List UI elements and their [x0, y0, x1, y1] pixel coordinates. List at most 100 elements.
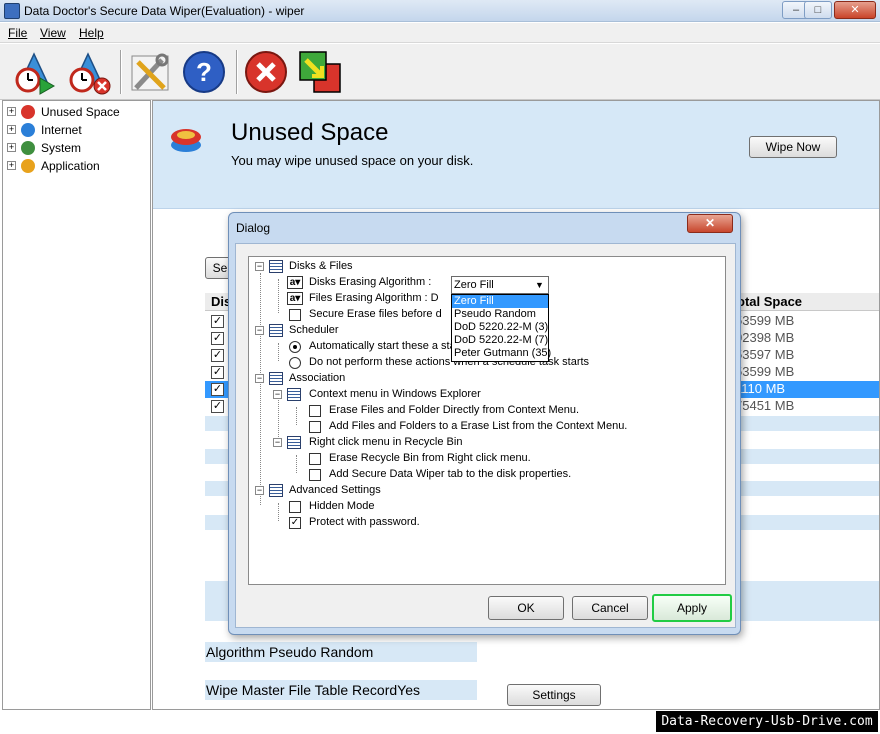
group-list-icon — [269, 324, 283, 337]
group-expander[interactable]: − — [255, 262, 264, 271]
cancel-button[interactable]: Cancel — [572, 596, 648, 620]
option-erase-files-context[interactable]: Erase Files and Folder Directly from Con… — [249, 403, 719, 419]
schedule-stop-icon[interactable] — [64, 48, 112, 96]
svg-text:?: ? — [196, 57, 212, 87]
row-checkbox[interactable]: ✓ — [211, 349, 224, 362]
option-checkbox[interactable] — [309, 421, 321, 433]
group-expander[interactable]: − — [273, 390, 282, 399]
dropdown-option-dod-3[interactable]: DoD 5220.22-M (3) — [452, 321, 548, 334]
apply-button[interactable]: Apply — [652, 594, 732, 622]
menu-view[interactable]: View — [40, 26, 66, 40]
dropdown-option-icon: a▾ — [287, 292, 303, 305]
dropdown-option-zero-fill[interactable]: Zero Fill — [452, 295, 548, 308]
row-total-space: 53597 MB — [735, 347, 795, 362]
option-checkbox[interactable] — [289, 501, 301, 513]
option-erase-recycle-bin[interactable]: Erase Recycle Bin from Right click menu. — [249, 451, 719, 467]
option-checkbox-checked[interactable]: ✓ — [289, 517, 301, 529]
page-title: Unused Space — [231, 119, 389, 146]
option-add-properties-tab[interactable]: Add Secure Data Wiper tab to the disk pr… — [249, 467, 719, 483]
option-checkbox[interactable] — [289, 309, 301, 321]
group-expander[interactable]: − — [255, 486, 264, 495]
row-total-space: 02398 MB — [735, 330, 795, 345]
ok-button[interactable]: OK — [488, 596, 564, 620]
menu-help[interactable]: Help — [79, 26, 104, 40]
dialog-close-button[interactable]: ✕ — [687, 214, 733, 233]
dialog-body: − Disks & Files a▾ Disks Erasing Algorit… — [235, 243, 736, 628]
option-checkbox[interactable] — [309, 405, 321, 417]
mft-label: Wipe Master File Table RecordYes — [205, 680, 477, 700]
group-association[interactable]: − Association — [249, 371, 719, 387]
exit-icon[interactable] — [296, 48, 344, 96]
unused-space-icon — [21, 105, 35, 119]
watermark: Data-Recovery-Usb-Drive.com — [656, 711, 878, 732]
group-expander[interactable]: − — [255, 374, 264, 383]
close-window-button[interactable]: ✕ — [834, 1, 876, 19]
group-expander[interactable]: − — [255, 326, 264, 335]
group-context-menu[interactable]: − Context menu in Windows Explorer — [249, 387, 719, 403]
title-bar: Data Doctor's Secure Data Wiper(Evaluati… — [0, 0, 880, 22]
row-total-space: 53599 MB — [735, 313, 795, 328]
option-label: Files Erasing Algorithm : D — [309, 292, 439, 304]
options-tree: − Disks & Files a▾ Disks Erasing Algorit… — [248, 256, 726, 585]
dropdown-option-gutmann[interactable]: Peter Gutmann (35) — [452, 347, 551, 360]
row-checkbox[interactable]: ✓ — [211, 383, 224, 396]
group-list-icon — [287, 436, 301, 449]
group-list-icon — [269, 372, 283, 385]
schedule-play-icon[interactable] — [10, 48, 58, 96]
group-disks-files[interactable]: − Disks & Files — [249, 259, 719, 275]
toolbar-separator — [236, 50, 238, 94]
group-label: Advanced Settings — [289, 484, 381, 496]
option-radio[interactable] — [289, 341, 301, 353]
row-checkbox[interactable]: ✓ — [211, 366, 224, 379]
row-checkbox[interactable]: ✓ — [211, 315, 224, 328]
algorithm-dropdown-list: Zero Fill Pseudo Random DoD 5220.22-M (3… — [451, 294, 551, 362]
row-checkbox[interactable]: ✓ — [211, 400, 224, 413]
settings-button[interactable]: Settings — [507, 684, 601, 706]
group-advanced-settings[interactable]: − Advanced Settings — [249, 483, 719, 499]
help-icon[interactable]: ? — [180, 48, 228, 96]
page-description: You may wipe unused space on your disk. — [231, 153, 474, 168]
group-recycle-bin[interactable]: − Right click menu in Recycle Bin — [249, 435, 719, 451]
option-checkbox[interactable] — [309, 453, 321, 465]
menu-bar: File View Help — [0, 23, 880, 43]
menu-file[interactable]: File — [8, 26, 27, 40]
dropdown-option-pseudo-random[interactable]: Pseudo Random — [452, 308, 548, 321]
option-add-files-context[interactable]: Add Files and Folders to a Erase List fr… — [249, 419, 719, 435]
tree-expander[interactable]: + — [7, 107, 16, 116]
group-expander[interactable]: − — [273, 438, 282, 447]
group-label: Context menu in Windows Explorer — [309, 388, 481, 400]
stop-icon[interactable] — [242, 48, 290, 96]
tree-expander[interactable]: + — [7, 125, 16, 134]
option-label: Erase Recycle Bin from Right click menu. — [329, 452, 531, 464]
category-tree: + Unused Space + Internet + System + App… — [2, 100, 151, 710]
combo-value: Zero Fill — [454, 279, 494, 291]
option-radio[interactable] — [289, 357, 301, 369]
option-checkbox[interactable] — [309, 469, 321, 481]
tree-expander[interactable]: + — [7, 143, 16, 152]
group-list-icon — [287, 388, 301, 401]
dropdown-option-dod-7[interactable]: DoD 5220.22-M (7) — [452, 334, 548, 347]
restore-button[interactable]: □ — [804, 1, 832, 19]
tree-item-label: Application — [41, 159, 100, 173]
option-label: Hidden Mode — [309, 500, 375, 512]
unused-space-disk-icon — [169, 123, 203, 157]
disks-algorithm-combo[interactable]: Zero Fill ▼ — [451, 276, 549, 294]
group-list-icon — [269, 260, 283, 273]
algorithm-label: Algorithm Pseudo Random — [205, 642, 477, 662]
settings-tools-icon[interactable] — [126, 48, 174, 96]
internet-globe-icon — [21, 123, 35, 137]
option-label: Erase Files and Folder Directly from Con… — [329, 404, 580, 416]
row-checkbox[interactable]: ✓ — [211, 332, 224, 345]
group-list-icon — [269, 484, 283, 497]
option-hidden-mode[interactable]: Hidden Mode — [249, 499, 719, 515]
group-label: Scheduler — [289, 324, 339, 336]
window-title: Data Doctor's Secure Data Wiper(Evaluati… — [24, 4, 305, 18]
option-label: Add Files and Folders to a Erase List fr… — [329, 420, 628, 432]
column-total-space[interactable]: otal Space — [737, 294, 802, 309]
chevron-down-icon[interactable]: ▼ — [532, 278, 547, 292]
wipe-now-button[interactable]: Wipe Now — [749, 136, 837, 158]
application-icon — [21, 159, 35, 173]
option-protect-password[interactable]: ✓ Protect with password. — [249, 515, 719, 531]
dropdown-option-icon: a▾ — [287, 276, 303, 289]
tree-expander[interactable]: + — [7, 161, 16, 170]
